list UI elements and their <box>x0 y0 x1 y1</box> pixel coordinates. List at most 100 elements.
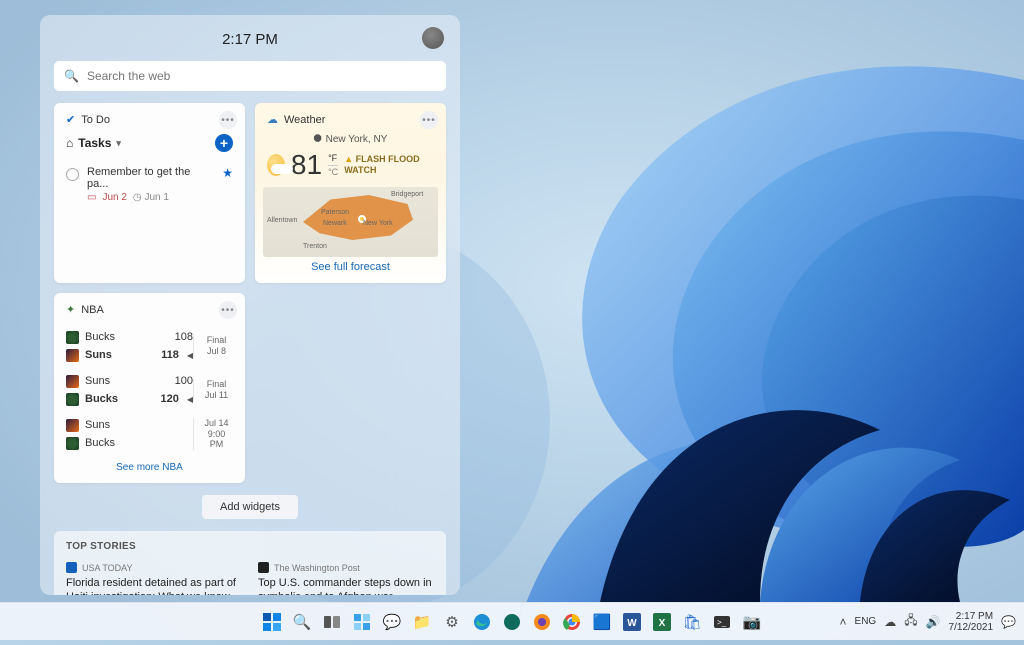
nba-widget[interactable]: ✦ NBA ••• Bucks108 Suns118◀ FinalJul 8 S… <box>54 293 245 483</box>
todo-title: To Do <box>81 114 110 126</box>
home-icon: ⌂ <box>66 136 73 150</box>
team-name: Suns <box>85 375 159 387</box>
widget-menu-button[interactable]: ••• <box>219 111 237 129</box>
team-logo-icon <box>66 349 79 362</box>
weather-temp: 81 <box>291 149 322 181</box>
settings-button[interactable]: ⚙ <box>439 609 465 635</box>
svg-text:W: W <box>627 618 637 629</box>
search-button[interactable]: 🔍 <box>289 609 315 635</box>
widgets-panel: 2:17 PM 🔍 ✔ To Do ••• ⌂ Tasks ▾ + Remember… <box>40 15 460 595</box>
nba-more-link[interactable]: See more NBA <box>66 462 233 473</box>
chrome-button[interactable] <box>559 609 585 635</box>
camera-button[interactable]: 📷 <box>739 609 765 635</box>
tray-overflow-icon[interactable]: ˄ <box>840 615 847 629</box>
task-view-button[interactable] <box>319 609 345 635</box>
weather-condition-icon <box>267 154 285 176</box>
story-item[interactable]: The Washington Post Top U.S. commander s… <box>258 562 434 595</box>
game-status: FinalJul 11 <box>193 379 233 401</box>
team-name: Bucks <box>85 331 159 343</box>
story-source: The Washington Post <box>274 563 360 573</box>
excel-button[interactable]: X <box>649 609 675 635</box>
start-button[interactable] <box>259 609 285 635</box>
forecast-link[interactable]: See full forecast <box>267 261 434 273</box>
team-logo-icon <box>66 437 79 450</box>
firefox-button[interactable] <box>529 609 555 635</box>
system-tray: ˄ ENG ☁ 🖧 🔊 2:17 PM 7/12/2021 💬 <box>840 611 1016 633</box>
app-icon[interactable]: 🟦 <box>589 609 615 635</box>
widgets-button[interactable] <box>349 609 375 635</box>
edge-button[interactable] <box>469 609 495 635</box>
app-icon[interactable] <box>499 609 525 635</box>
nba-game-row[interactable]: Suns Bucks Jul 149:00 PM <box>66 412 233 456</box>
story-headline: Top U.S. commander steps down in symboli… <box>258 576 434 595</box>
temp-units[interactable]: °F °C <box>328 153 338 178</box>
nba-icon: ✦ <box>66 303 75 316</box>
story-source: USA TODAY <box>82 563 133 573</box>
top-stories-widget[interactable]: TOP STORIES USA TODAY Florida resident d… <box>54 531 446 595</box>
taskbar-clock[interactable]: 2:17 PM 7/12/2021 <box>949 611 994 633</box>
widget-menu-button[interactable]: ••• <box>420 111 438 129</box>
widgets-clock: 2:17 PM <box>222 31 278 48</box>
volume-icon[interactable]: 🔊 <box>926 615 941 629</box>
task-checkbox[interactable] <box>66 168 79 181</box>
taskbar-center: 🔍 💬 📁 ⚙ 🟦 W X 🛍 >_ 📷 <box>259 609 765 635</box>
story-item[interactable]: USA TODAY Florida resident detained as p… <box>66 562 242 595</box>
weather-title: Weather <box>284 114 325 126</box>
weather-widget[interactable]: ☁ Weather ••• ⯃ New York, NY 81 °F °C FLA… <box>255 103 446 283</box>
tasks-label: Tasks <box>78 136 111 150</box>
todo-widget[interactable]: ✔ To Do ••• ⌂ Tasks ▾ + Remember to get th… <box>54 103 245 283</box>
weather-map[interactable]: Allentown Paterson Newark Trenton Bridge… <box>263 187 438 257</box>
team-name: Suns <box>85 349 145 361</box>
add-task-button[interactable]: + <box>215 134 233 152</box>
check-icon: ✔ <box>66 113 75 126</box>
language-indicator[interactable]: ENG <box>855 616 877 627</box>
word-button[interactable]: W <box>619 609 645 635</box>
game-status: Jul 149:00 PM <box>193 418 233 450</box>
task-due: Jun 2 <box>102 192 126 203</box>
task-reminder: Jun 1 <box>144 192 168 203</box>
team-score: 100 <box>165 375 193 387</box>
add-widgets-button[interactable]: Add widgets <box>202 495 298 519</box>
chevron-down-icon: ▾ <box>116 138 121 149</box>
location-icon: ⯃ <box>314 134 322 145</box>
nba-game-row[interactable]: Bucks108 Suns118◀ FinalJul 8 <box>66 324 233 368</box>
team-logo-icon <box>66 331 79 344</box>
notifications-icon[interactable]: 💬 <box>1001 615 1016 629</box>
task-item[interactable]: Remember to get the pa... ▭ Jun 2 ◷ Jun … <box>66 160 233 209</box>
nba-game-row[interactable]: Suns100 Bucks120◀ FinalJul 11 <box>66 368 233 412</box>
svg-text:>_: >_ <box>717 618 727 627</box>
source-favicon-icon <box>66 562 77 573</box>
network-icon[interactable]: 🖧 <box>904 611 917 632</box>
team-name: Suns <box>85 419 159 431</box>
top-stories-heading: TOP STORIES <box>66 541 434 552</box>
widget-menu-button[interactable]: ••• <box>219 301 237 319</box>
cloud-icon: ☁ <box>267 113 278 126</box>
source-favicon-icon <box>258 562 269 573</box>
team-logo-icon <box>66 375 79 388</box>
team-name: Bucks <box>85 393 145 405</box>
store-button[interactable]: 🛍 <box>679 609 705 635</box>
search-box[interactable]: 🔍 <box>54 61 446 91</box>
weather-location: New York, NY <box>326 134 388 145</box>
chat-button[interactable]: 💬 <box>379 609 405 635</box>
team-logo-icon <box>66 393 79 406</box>
svg-text:X: X <box>659 618 666 629</box>
explorer-button[interactable]: 📁 <box>409 609 435 635</box>
taskbar: 🔍 💬 📁 ⚙ 🟦 W X 🛍 >_ 📷 ˄ ENG ☁ 🖧 🔊 2:17 PM… <box>0 602 1024 640</box>
team-logo-icon <box>66 419 79 432</box>
calendar-icon: ▭ <box>87 192 96 203</box>
onedrive-icon[interactable]: ☁ <box>884 615 896 629</box>
team-score: 118 <box>151 349 179 361</box>
user-avatar[interactable] <box>422 27 444 49</box>
story-headline: Florida resident detained as part of Hai… <box>66 576 242 595</box>
nba-title: NBA <box>81 304 104 316</box>
clock-icon: ◷ <box>133 192 142 203</box>
search-input[interactable] <box>87 69 436 83</box>
terminal-button[interactable]: >_ <box>709 609 735 635</box>
team-score: 120 <box>151 393 179 405</box>
weather-alert: FLASH FLOOD WATCH <box>344 154 434 176</box>
task-text: Remember to get the pa... <box>87 166 214 190</box>
team-name: Bucks <box>85 437 159 449</box>
search-icon: 🔍 <box>64 69 79 83</box>
star-icon[interactable]: ★ <box>222 166 233 180</box>
